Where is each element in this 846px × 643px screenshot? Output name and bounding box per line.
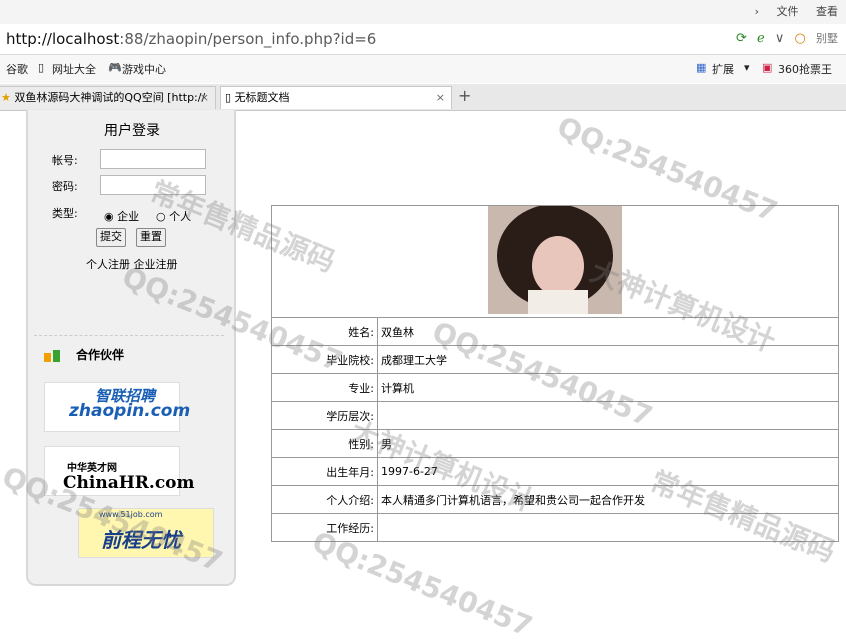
person-info-table: 姓名: 双鱼林 毕业院校: 成都理工大学 专业: 计算机 学历层次: 性别: 男 出生年… (271, 205, 839, 542)
table-row: 出生年月: 1997-6-27 (271, 457, 839, 486)
refresh-icon[interactable]: ⟳ (736, 31, 747, 46)
tab-qq-space[interactable]: ★ 双鱼林源码大神调试的QQ空间 [http:// × (0, 86, 216, 109)
page-icon: ▯ (38, 61, 45, 74)
enterprise-register-link[interactable]: 企业注册 (134, 258, 178, 271)
radio-personal[interactable]: ○ 个人 (156, 208, 191, 224)
radio-unchecked-icon: ○ (156, 210, 166, 223)
register-links: 个人注册 企业注册 (86, 256, 178, 272)
chinahr-logo[interactable]: 中华英才网 ChinaHR.com (44, 446, 195, 496)
tab-bar: ★ 双鱼林源码大神调试的QQ空间 [http:// × ▯ 无标题文档 × + (0, 84, 846, 111)
person-photo (488, 206, 622, 314)
ticket-icon: ▣ (762, 61, 773, 74)
account-input[interactable] (100, 149, 206, 169)
photo-cell (271, 205, 839, 318)
close-icon[interactable]: × (436, 87, 445, 109)
menu-view[interactable]: 查看 (816, 5, 838, 18)
radio-checked-icon: ◉ (104, 210, 114, 223)
table-row: 个人介绍: 本人精通多门计算机语言，希望和贵公司一起合作开发 (271, 485, 839, 514)
watermark: QQ:254540457 (307, 525, 538, 643)
password-label: 密码: (52, 180, 78, 193)
ie-icon[interactable]: ℯ (757, 31, 765, 46)
chevron-right-icon[interactable]: › (755, 5, 759, 18)
search-engine-icon[interactable]: ○ (795, 31, 806, 46)
table-row: 学历层次: (271, 401, 839, 430)
table-row: 姓名: 双鱼林 (271, 317, 839, 346)
personal-register-link[interactable]: 个人注册 (86, 258, 130, 271)
sidebar: 用户登录 帐号: 密码: 类型: ◉ 企业 ○ 个人 提交 重置 个人注册 企业… (26, 110, 236, 586)
top-menu: › 文件 查看 (741, 3, 838, 19)
address-bar[interactable]: http://localhost:88/zhaopin/person_info.… (0, 24, 846, 55)
chevron-down-icon[interactable]: ▾ (744, 61, 750, 74)
close-icon[interactable]: × (200, 87, 209, 109)
search-engine-label[interactable]: 别墅 (816, 32, 838, 45)
handshake-icon (44, 350, 60, 362)
type-label: 类型: (52, 207, 78, 220)
zhaopin-logo[interactable]: 智联招聘 zhaopin.com (44, 382, 190, 432)
partners-title: 合作伙伴 (76, 348, 125, 362)
account-label: 帐号: (52, 154, 78, 167)
bookmarks-bar: 谷歌 ▯ 网址大全 🎮 游戏中心 ▦ 扩展 ▾ ▣ 360抢票王 (0, 55, 846, 83)
51job-logo[interactable]: www.51job.com 前程无忧 (78, 508, 214, 558)
radio-enterprise[interactable]: ◉ 企业 (104, 208, 139, 224)
table-row: 性别: 男 (271, 429, 839, 458)
new-tab-button[interactable]: + (458, 86, 471, 105)
bookmark-games[interactable]: 游戏中心 (122, 61, 166, 77)
table-row: 专业: 计算机 (271, 373, 839, 402)
table-row: 毕业院校: 成都理工大学 (271, 345, 839, 374)
bookmark-sites[interactable]: 网址大全 (52, 61, 96, 77)
login-title: 用户登录 (104, 123, 160, 139)
puzzle-icon: ▦ (696, 61, 707, 74)
bookmark-google[interactable]: 谷歌 (6, 61, 28, 77)
reset-button[interactable]: 重置 (136, 228, 166, 247)
ticket-app-button[interactable]: 360抢票王 (778, 61, 832, 77)
extensions-button[interactable]: 扩展 (712, 61, 734, 77)
divider (34, 335, 224, 336)
tab-label: 双鱼林源码大神调试的QQ空间 [http:// (14, 91, 206, 104)
address-icons: ⟳ ℯ ∨ ○ 别墅 (730, 30, 838, 46)
gamepad-icon: 🎮 (108, 61, 122, 74)
password-input[interactable] (100, 175, 206, 195)
menu-file[interactable]: 文件 (777, 5, 799, 18)
table-row: 工作经历: (271, 513, 839, 542)
url-text[interactable]: http://localhost:88/zhaopin/person_info.… (6, 30, 376, 48)
chevron-down-icon[interactable]: ∨ (775, 31, 785, 46)
submit-button[interactable]: 提交 (96, 228, 126, 247)
tab-label: 无标题文档 (234, 91, 290, 104)
tab-untitled[interactable]: ▯ 无标题文档 × (220, 86, 452, 109)
page-icon: ▯ (225, 91, 232, 104)
window-title-bar: › 文件 查看 (0, 0, 846, 24)
star-icon: ★ (1, 91, 11, 104)
